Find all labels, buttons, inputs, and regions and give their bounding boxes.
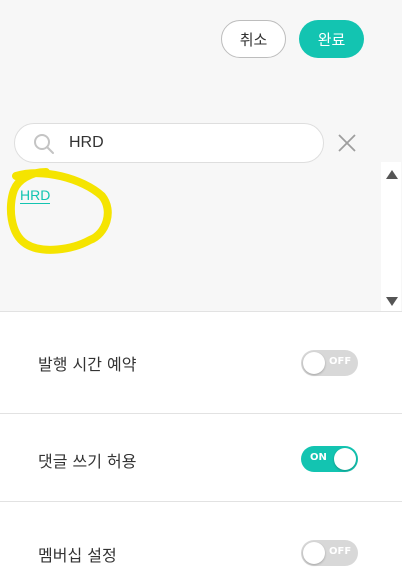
tag-search-panel: HRD (0, 90, 402, 312)
toggle-state: OFF (329, 546, 352, 557)
toggle-knob (334, 448, 356, 470)
search-icon (34, 134, 54, 154)
results-scrollbar[interactable] (381, 162, 401, 312)
setting-row-membership: 멤버십 설정 OFF (0, 501, 402, 587)
scroll-up-icon[interactable] (386, 170, 398, 179)
toggle-state: OFF (329, 356, 352, 367)
search-result-link[interactable]: HRD (20, 187, 51, 204)
membership-toggle[interactable]: OFF (301, 540, 358, 566)
search-value: HRD (69, 134, 104, 151)
header-bar: 취소 완료 (0, 0, 402, 90)
search-input[interactable]: HRD (14, 123, 324, 163)
settings-list: 발행 시간 예약 OFF 댓글 쓰기 허용 ON 멤버십 설정 OFF (0, 311, 402, 587)
setting-label: 발행 시간 예약 (38, 355, 137, 374)
cancel-button[interactable]: 취소 (221, 20, 286, 58)
schedule-toggle[interactable]: OFF (301, 350, 358, 376)
toggle-state: ON (310, 452, 327, 463)
done-button[interactable]: 완료 (299, 20, 364, 58)
setting-row-schedule: 발행 시간 예약 OFF (0, 311, 402, 413)
toggle-knob (303, 542, 325, 564)
comments-toggle[interactable]: ON (301, 446, 358, 472)
close-icon[interactable] (336, 132, 358, 154)
toggle-knob (303, 352, 325, 374)
setting-row-comments: 댓글 쓰기 허용 ON (0, 413, 402, 501)
scroll-down-icon[interactable] (386, 297, 398, 306)
setting-label: 댓글 쓰기 허용 (38, 452, 137, 471)
setting-label: 멤버십 설정 (38, 546, 117, 565)
